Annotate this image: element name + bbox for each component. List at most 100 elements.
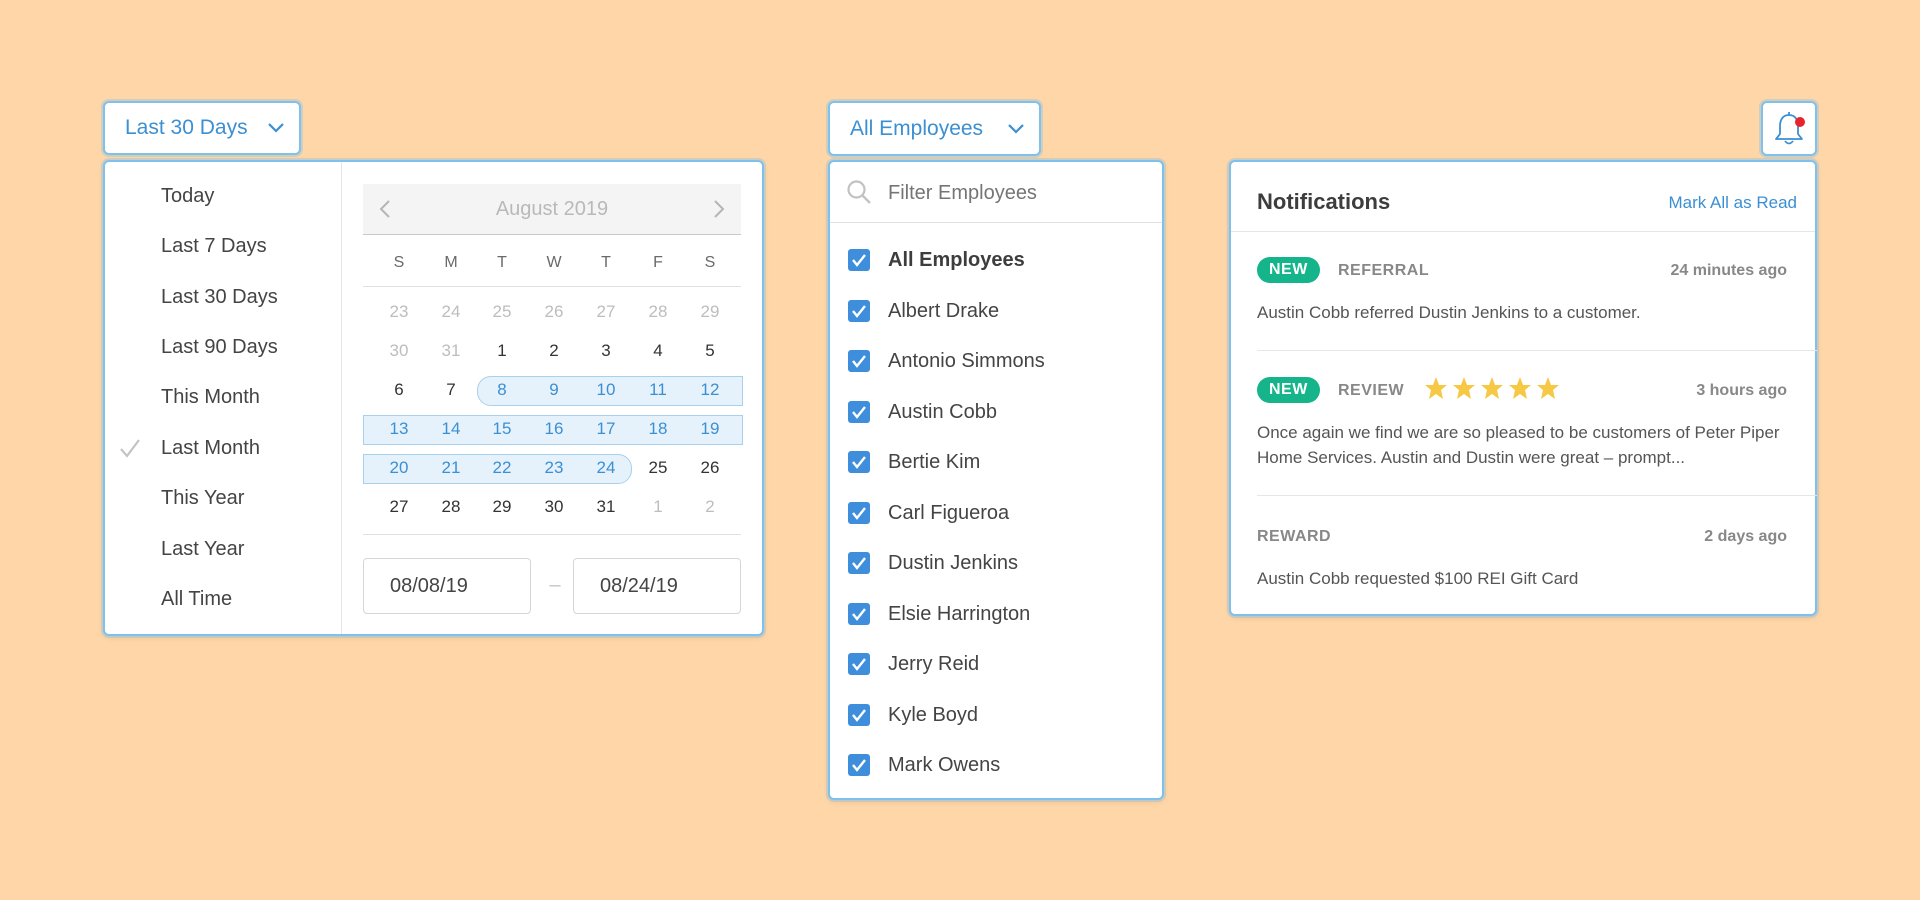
calendar-day[interactable]: 31 [586,493,626,521]
weekday-label: W [546,254,562,271]
calendar-day-selected[interactable]: 22 [482,454,522,482]
checkbox[interactable] [848,653,870,675]
calendar-day-selected[interactable]: 12 [690,376,730,404]
calendar-day[interactable]: 28 [431,493,471,521]
calendar-day[interactable]: 27 [586,298,626,326]
calendar-day[interactable]: 31 [431,337,471,365]
calendar-day[interactable]: 6 [379,376,419,404]
employee-option[interactable]: Austin Cobb [848,397,997,427]
checkbox[interactable] [848,401,870,423]
calendar-day[interactable]: 26 [690,454,730,482]
calendar-day-selected[interactable]: 17 [586,415,626,443]
employee-option-all[interactable]: All Employees [848,245,1025,275]
calendar-day-selected[interactable]: 11 [638,376,678,404]
calendar-day-selected[interactable]: 20 [379,454,419,482]
employee-option[interactable]: Elsie Harrington [848,599,1030,629]
checkbox[interactable] [848,300,870,322]
calendar-day-selected[interactable]: 21 [431,454,471,482]
calendar-day[interactable]: 27 [379,493,419,521]
calendar-day[interactable]: 24 [431,298,471,326]
employee-option[interactable]: Antonio Simmons [848,346,1045,376]
preset-last-month[interactable]: Last Month [161,433,260,463]
employee-option[interactable]: Albert Drake [848,296,999,326]
employee-option[interactable]: Bertie Kim [848,447,980,477]
chevron-right-icon[interactable] [707,198,729,220]
calendar-month-title: August 2019 [495,198,609,220]
employee-option[interactable]: Kyle Boyd [848,700,978,730]
employee-option[interactable]: Jerry Reid [848,649,979,679]
option-label: Mark Owens [888,753,1001,776]
calendar-day-selected[interactable]: 10 [586,376,626,404]
checkbox[interactable] [848,249,870,271]
preset-last-90-days[interactable]: Last 90 Days [161,332,278,362]
calendar-day-selected[interactable]: 14 [431,415,471,443]
option-label: Austin Cobb [888,400,997,423]
calendar-day[interactable]: 25 [482,298,522,326]
employee-option[interactable]: Mark Owens [848,750,1000,780]
notifications-title: Notifications [1257,189,1391,214]
date-range-dropdown-button[interactable]: Last 30 Days [103,101,301,155]
filter-employees-input[interactable] [886,174,1150,212]
employee-option[interactable]: Dustin Jenkins [848,548,1018,578]
preset-last-30-days[interactable]: Last 30 Days [161,282,278,312]
calendar-day[interactable]: 3 [586,337,626,365]
chevron-down-icon [1008,124,1024,134]
checkbox[interactable] [848,502,870,524]
preset-last-year[interactable]: Last Year [161,534,244,564]
calendar-day[interactable]: 2 [690,493,730,521]
calendar-day-selected[interactable]: 13 [379,415,419,443]
calendar-day[interactable]: 30 [379,337,419,365]
weekday-label: T [497,254,507,271]
calendar-day[interactable]: 29 [690,298,730,326]
calendar-day[interactable]: 7 [431,376,471,404]
calendar-day[interactable]: 5 [690,337,730,365]
calendar-day[interactable]: 26 [534,298,574,326]
preset-last-7-days[interactable]: Last 7 Days [161,231,267,261]
option-label: All Employees [888,248,1025,271]
preset-this-month[interactable]: This Month [161,382,260,412]
preset-today[interactable]: Today [161,181,214,211]
option-label: Bertie Kim [888,450,981,473]
employee-option[interactable]: Carl Figueroa [848,498,1009,528]
option-label: Jerry Reid [888,652,980,675]
calendar-day-selected[interactable]: 19 [690,415,730,443]
option-label: Dustin Jenkins [888,551,1019,574]
checkbox[interactable] [848,603,870,625]
calendar-day[interactable]: 1 [638,493,678,521]
checkbox[interactable] [848,350,870,372]
checkbox[interactable] [848,704,870,726]
start-date-input[interactable]: 08/08/19 [363,558,531,614]
mark-all-read-link[interactable]: Mark All as Read [1669,193,1798,213]
calendar-day-selected[interactable]: 18 [638,415,678,443]
calendar-day[interactable]: 2 [534,337,574,365]
calendar-day[interactable]: 1 [482,337,522,365]
calendar-day[interactable]: 29 [482,493,522,521]
calendar-day[interactable]: 25 [638,454,678,482]
checkbox[interactable] [848,754,870,776]
calendar-day[interactable]: 4 [638,337,678,365]
range-separator: – [549,574,561,596]
calendar-day-selected[interactable]: 9 [534,376,574,404]
notification-text: Once again we find we are so pleased to … [1257,423,1780,467]
notifications-bell-button[interactable] [1761,101,1817,156]
option-label: Carl Figueroa [888,501,1010,524]
date-range-label: Last 30 Days [125,116,248,139]
preset-all-time[interactable]: All Time [161,584,232,614]
check-icon [852,608,866,621]
calendar-day[interactable]: 28 [638,298,678,326]
employees-dropdown-button[interactable]: All Employees [828,101,1041,156]
calendar-day[interactable]: 30 [534,493,574,521]
calendar-day-selected[interactable]: 16 [534,415,574,443]
calendar-day[interactable]: 23 [379,298,419,326]
calendar-day-range-end[interactable]: 24 [586,454,626,482]
calendar-day-selected[interactable]: 15 [482,415,522,443]
calendar-day-selected[interactable]: 23 [534,454,574,482]
check-icon [852,507,866,520]
end-date-input[interactable]: 08/24/19 [573,558,741,614]
checkbox[interactable] [848,451,870,473]
calendar-day-range-start[interactable]: 8 [482,376,522,404]
checkbox[interactable] [848,552,870,574]
divider [363,534,741,535]
date-preset-list: Today Last 7 Days Last 30 Days Last 90 D… [105,162,342,634]
preset-this-year[interactable]: This Year [161,483,244,513]
